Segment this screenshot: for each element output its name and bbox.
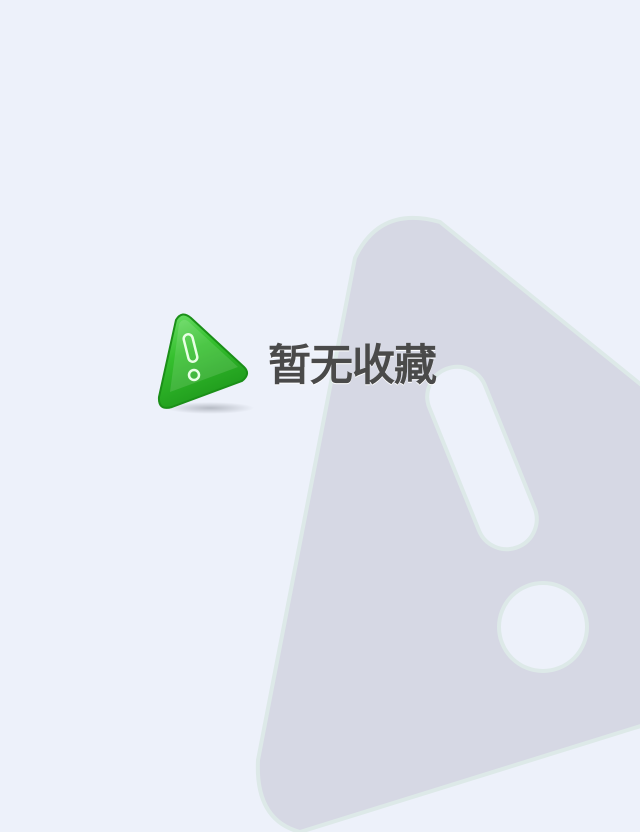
empty-favorites-screen: 暂无收藏 <box>0 0 640 832</box>
warning-triangle-icon <box>157 313 254 414</box>
empty-state: 暂无收藏 <box>150 300 490 420</box>
empty-state-message: 暂无收藏 <box>268 341 437 391</box>
